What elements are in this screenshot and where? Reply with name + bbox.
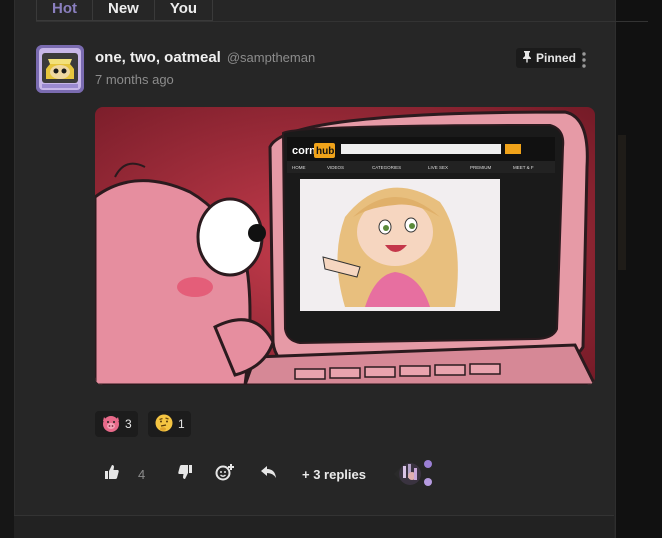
screen-nav-premium: PREMIUM (470, 165, 492, 170)
pig-face-icon (101, 413, 121, 436)
like-button[interactable] (104, 460, 120, 488)
tab-hot[interactable]: Hot (36, 0, 93, 21)
replies-label: + 3 replies (302, 466, 366, 482)
pinned-label: Pinned (536, 51, 577, 65)
screen-nav-home: HOME (292, 165, 306, 170)
pinned-badge: Pinned (516, 48, 583, 68)
screen-logo-hub: hub (316, 146, 334, 157)
replier-avatars[interactable] (390, 458, 436, 490)
next-post-edge (14, 516, 614, 538)
thumbs-up-icon (104, 464, 120, 485)
reply-arrow-icon (260, 465, 277, 484)
reaction-pig-count: 3 (125, 417, 132, 431)
post-image[interactable]: corn hub HOME VIDEOS CATEGORIES LIVE SEX… (95, 107, 595, 385)
dislike-button[interactable] (177, 460, 193, 488)
screen-logo-corn: corn (292, 145, 316, 157)
tabs-divider (36, 21, 648, 22)
replies-link[interactable]: + 3 replies (302, 460, 366, 488)
author-handle[interactable]: @samptheman (227, 50, 315, 65)
reaction-thinking-count: 1 (178, 417, 185, 431)
author-name[interactable]: one, two, oatmeal (95, 49, 221, 66)
like-count-wrap: 4 (138, 460, 145, 488)
like-count: 4 (138, 466, 146, 482)
tab-new[interactable]: New (92, 0, 155, 21)
author-avatar[interactable] (36, 45, 84, 93)
tab-you[interactable]: You (153, 0, 214, 21)
feed-tabs: Hot New You (36, 0, 214, 22)
thinking-face-icon (154, 413, 174, 436)
right-background-accent (618, 135, 626, 270)
thumbs-down-icon (177, 464, 193, 485)
reply-button[interactable] (260, 460, 277, 488)
pin-icon (521, 50, 533, 66)
reaction-thinking-chip[interactable]: 1 (148, 411, 191, 437)
author-line: one, two, oatmeal @samptheman (95, 49, 315, 66)
left-background (0, 0, 14, 538)
add-reaction-button[interactable] (215, 460, 235, 488)
post-timestamp: 7 months ago (95, 72, 174, 87)
screen-nav-live: LIVE SEX (428, 165, 448, 170)
screen-nav-videos: VIDEOS (327, 165, 344, 170)
add-reaction-icon (215, 463, 235, 486)
more-options-icon[interactable] (578, 50, 590, 70)
screen-nav-categories: CATEGORIES (372, 165, 401, 170)
reaction-pig-chip[interactable]: 3 (95, 411, 138, 437)
screen-nav-meet: MEET & F (513, 165, 534, 170)
